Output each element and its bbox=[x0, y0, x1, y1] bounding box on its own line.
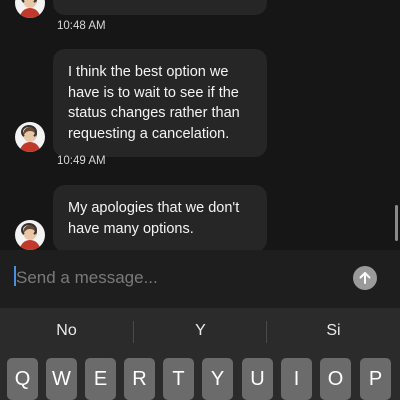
key-y[interactable]: Y bbox=[202, 358, 233, 400]
message-timestamp: 10:49 AM bbox=[57, 155, 106, 167]
agent-avatar bbox=[15, 0, 45, 18]
keyboard: No Y Si Q W E R T Y U I O P bbox=[0, 308, 400, 400]
message-input[interactable] bbox=[14, 262, 338, 294]
message-timestamp: 10:48 AM bbox=[57, 20, 106, 32]
key-r[interactable]: R bbox=[124, 358, 155, 400]
key-o[interactable]: O bbox=[320, 358, 351, 400]
key-u[interactable]: U bbox=[242, 358, 273, 400]
suggestion-item[interactable]: No bbox=[0, 308, 133, 354]
key-e[interactable]: E bbox=[85, 358, 116, 400]
key-p[interactable]: P bbox=[360, 358, 391, 400]
agent-avatar bbox=[15, 220, 45, 250]
key-w[interactable]: W bbox=[46, 358, 77, 400]
message-bubble: My apologies that we don't have many opt… bbox=[53, 185, 267, 250]
message-composer bbox=[0, 250, 400, 308]
chat-thread: 10:48 AM I think the best option we have… bbox=[0, 0, 400, 250]
suggestion-item[interactable]: Si bbox=[267, 308, 400, 354]
message-bubble: I think the best option we have is to wa… bbox=[53, 49, 267, 157]
key-q[interactable]: Q bbox=[7, 358, 38, 400]
send-button[interactable] bbox=[353, 266, 377, 290]
key-i[interactable]: I bbox=[281, 358, 312, 400]
chat-scrollbar[interactable] bbox=[395, 205, 398, 241]
text-caret bbox=[14, 266, 16, 286]
key-t[interactable]: T bbox=[163, 358, 194, 400]
arrow-up-icon bbox=[359, 272, 371, 284]
suggestion-item[interactable]: Y bbox=[134, 308, 267, 354]
agent-avatar bbox=[15, 122, 45, 152]
message-bubble-previous bbox=[53, 0, 267, 15]
suggestion-bar: No Y Si bbox=[0, 308, 400, 354]
